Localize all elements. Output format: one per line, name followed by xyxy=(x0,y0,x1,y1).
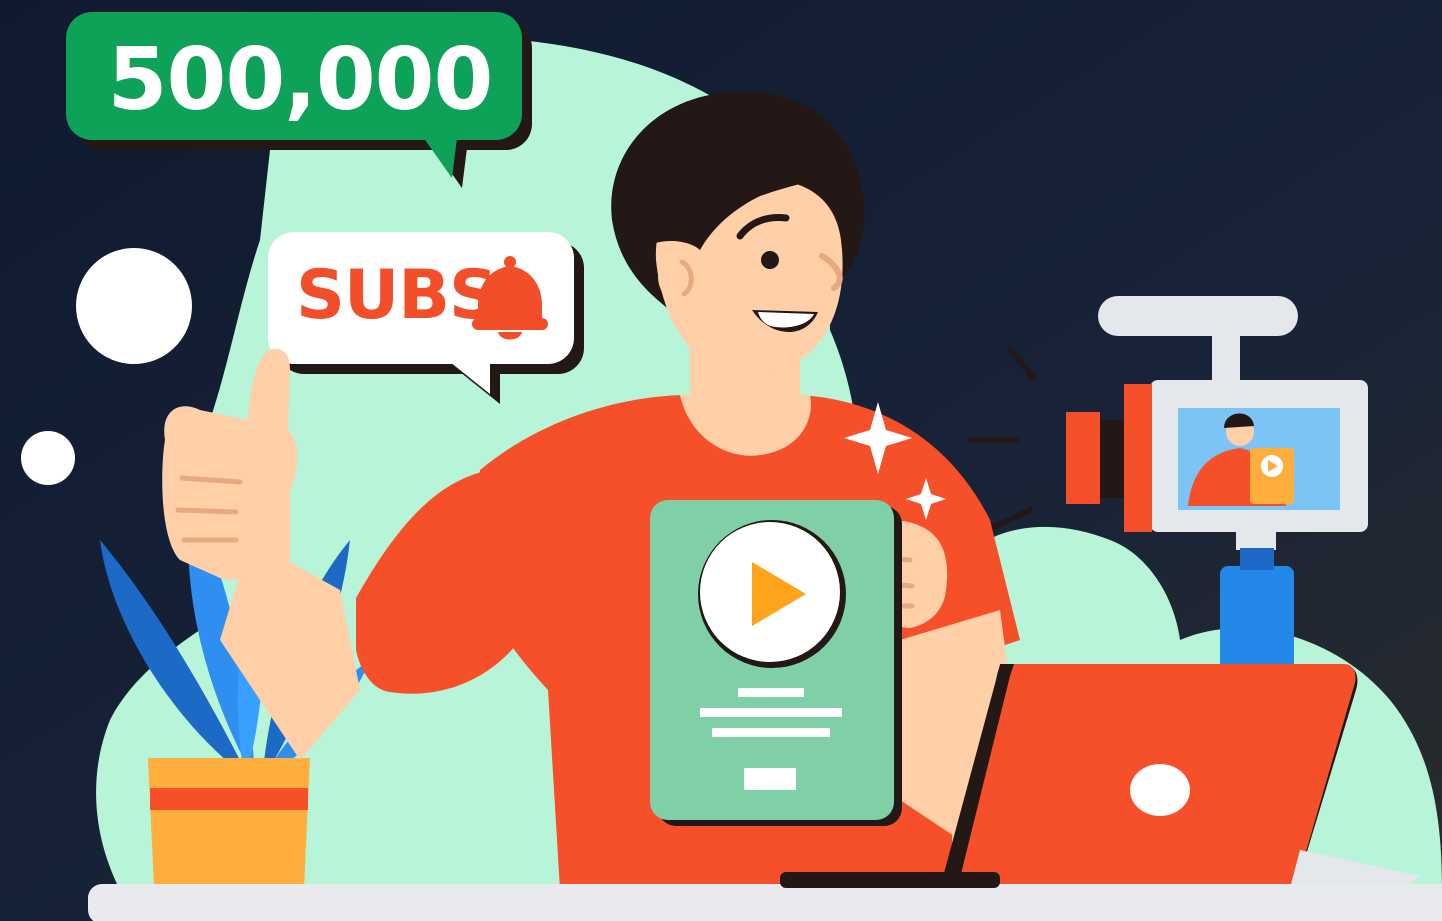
illustration-canvas xyxy=(0,0,1442,921)
illustration-scene: 500,000 SUBS xyxy=(0,0,1442,921)
subscriber-count: 500,000 xyxy=(107,30,494,130)
video-card xyxy=(650,500,902,826)
plant-pot xyxy=(148,758,310,888)
decorative-circle-small xyxy=(21,431,75,485)
desk xyxy=(88,884,1442,921)
subs-label: SUBS xyxy=(296,256,498,335)
decorative-circle-large xyxy=(76,248,192,364)
